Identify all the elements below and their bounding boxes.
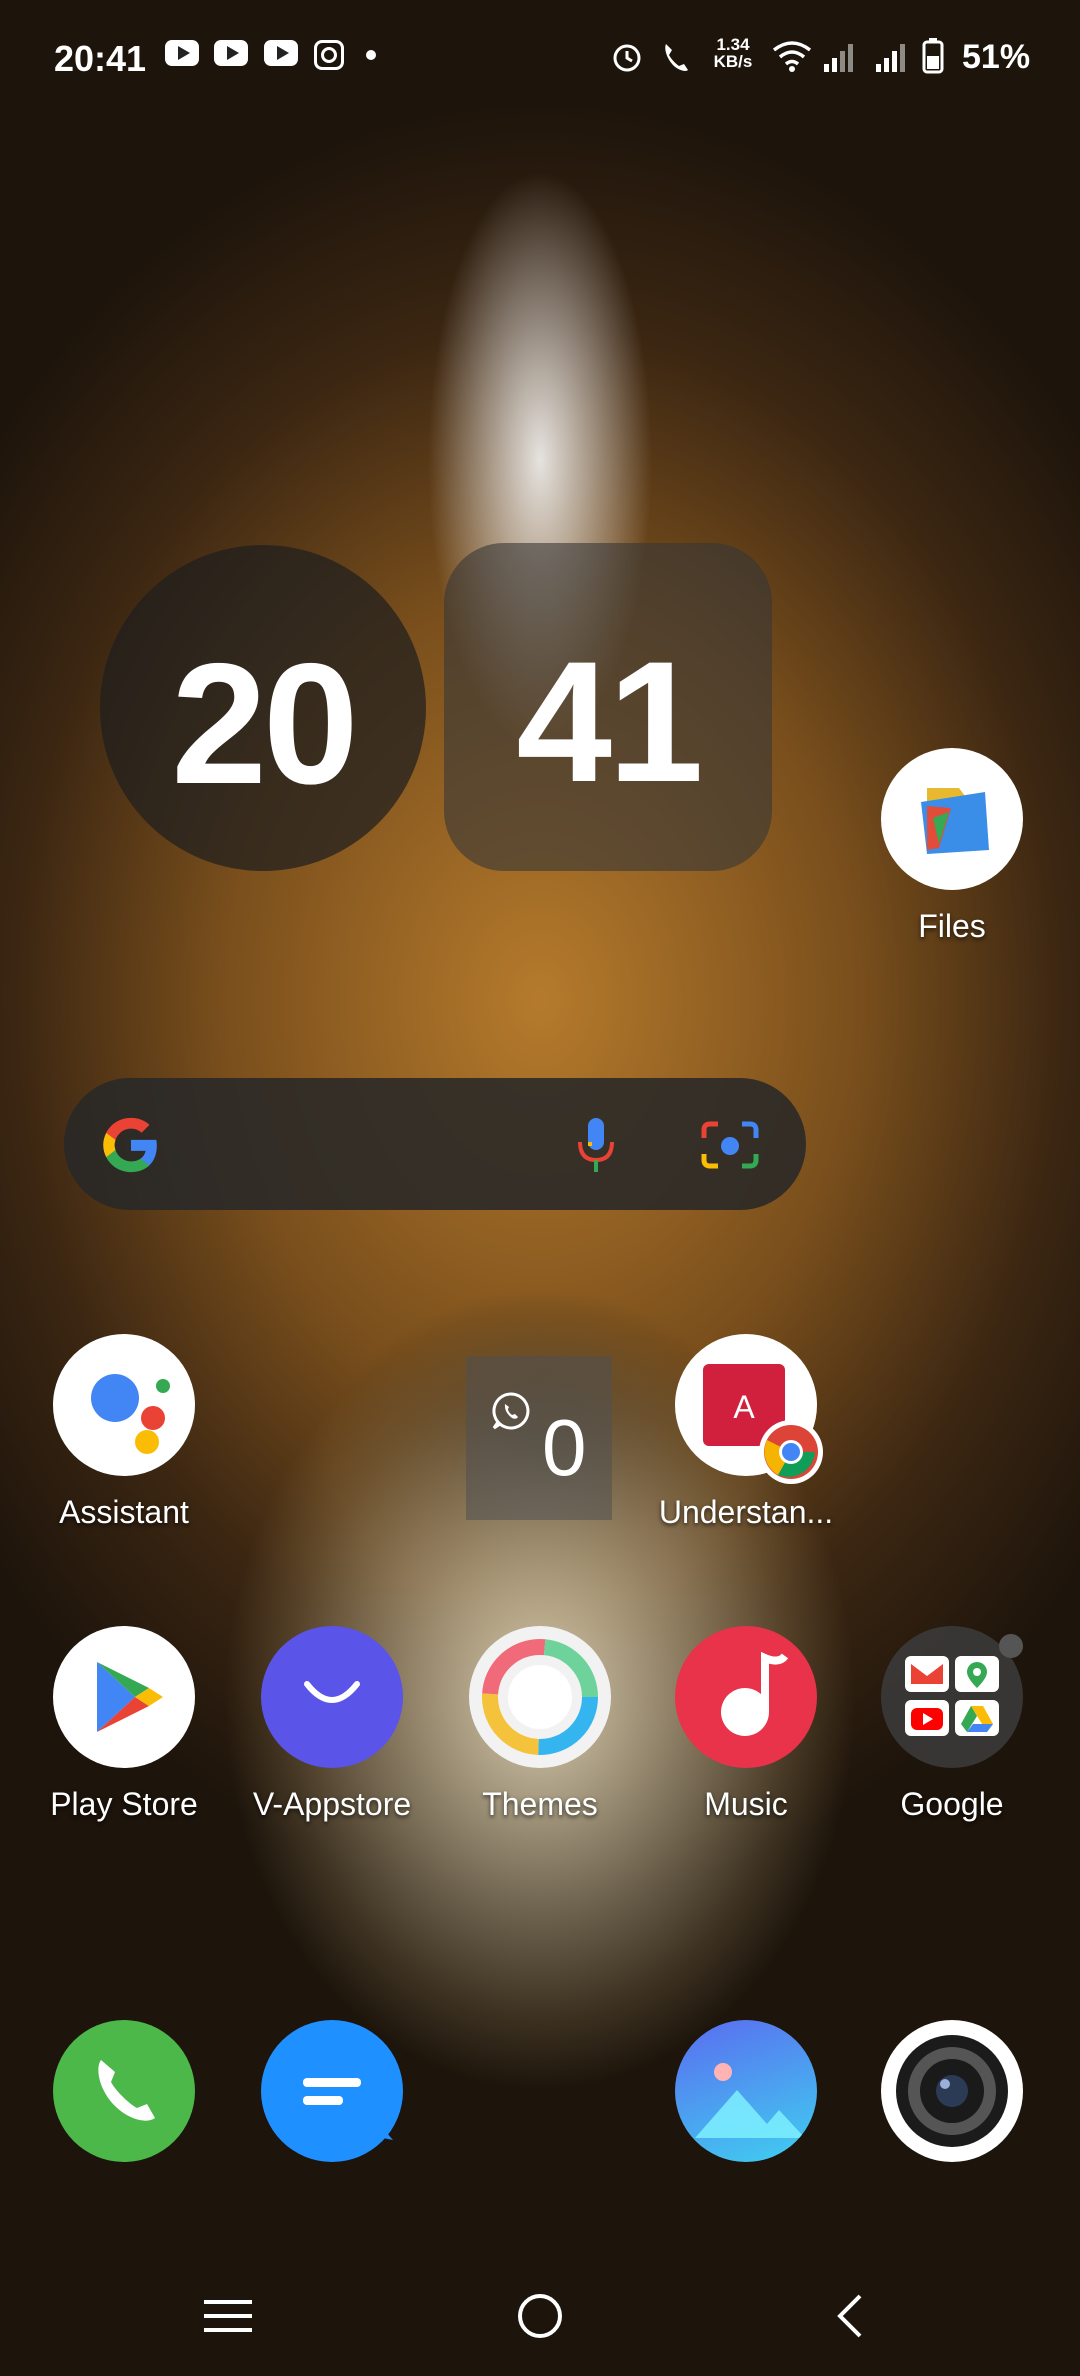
messages-icon [261, 2020, 403, 2162]
wifi-icon [772, 41, 812, 72]
battery-icon [922, 38, 944, 74]
signal-sim1-icon [824, 44, 853, 72]
whatsapp-widget[interactable]: 0 [466, 1356, 612, 1520]
camera-icon [881, 2020, 1023, 2162]
voice-search-icon[interactable] [574, 1114, 618, 1176]
recents-button[interactable] [202, 2296, 254, 2336]
more-notifications-dot [366, 50, 376, 60]
google-search-bar[interactable] [64, 1078, 806, 1210]
app-understand[interactable]: A Understan... [656, 1334, 836, 1531]
gallery-icon [675, 2020, 817, 2162]
app-assistant[interactable]: Assistant [34, 1334, 214, 1531]
youtube-icon [214, 40, 248, 66]
clock-minute-text: 41 [516, 626, 703, 818]
signal-sim2-icon [876, 44, 905, 72]
app-play-store[interactable]: Play Store [34, 1626, 214, 1823]
youtube-icon [264, 40, 298, 66]
files-label: Files [918, 908, 986, 944]
status-time: 20:41 [54, 38, 147, 79]
app-files[interactable]: Files [862, 748, 1042, 945]
dock-phone[interactable] [34, 2020, 214, 2162]
play-store-icon [53, 1626, 195, 1768]
whatsapp-unread-count: 0 [542, 1403, 587, 1492]
svg-text:A: A [733, 1389, 755, 1425]
files-icon [881, 748, 1023, 890]
phone-icon [53, 2020, 195, 2162]
volte-call-icon [665, 44, 688, 71]
vappstore-label: V-Appstore [252, 1786, 412, 1822]
dock-gallery[interactable] [656, 2020, 836, 2162]
understand-label: Understan... [658, 1494, 834, 1530]
google-assistant-icon [53, 1334, 195, 1476]
alarm-icon [613, 44, 641, 72]
google-lens-icon[interactable] [700, 1118, 760, 1172]
vappstore-icon [261, 1626, 403, 1768]
battery-percent: 51% [962, 38, 1031, 76]
assistant-label: Assistant [59, 1494, 189, 1530]
themes-label: Themes [482, 1786, 598, 1822]
google-folder-icon [881, 1626, 1023, 1768]
app-music[interactable]: Music [656, 1626, 836, 1823]
dock-camera[interactable] [862, 2020, 1042, 2162]
music-label: Music [704, 1786, 788, 1822]
google-folder-label: Google [900, 1786, 1004, 1822]
play-store-label: Play Store [50, 1786, 198, 1822]
whatsapp-icon [492, 1392, 530, 1430]
back-button[interactable] [832, 2292, 868, 2340]
dock-messages[interactable] [242, 2020, 422, 2162]
clock-widget-minute[interactable]: 41 [444, 543, 772, 871]
net-speed: 1.34 KB/s [708, 36, 758, 70]
instagram-icon [314, 40, 344, 70]
app-vappstore[interactable]: V-Appstore [242, 1626, 422, 1823]
themes-icon [469, 1626, 611, 1768]
folder-google[interactable]: Google [862, 1626, 1042, 1823]
navigation-bar [0, 2258, 1080, 2376]
status-bar: 20:41 1.34 KB/s 51% [0, 0, 1080, 118]
clock-hour-text: 20 [171, 628, 358, 820]
net-speed-value: 1.34 [716, 35, 750, 54]
google-g-icon [103, 1117, 157, 1173]
youtube-icon [165, 40, 199, 66]
music-icon [675, 1626, 817, 1768]
clock-widget-hour[interactable]: 20 [100, 545, 426, 871]
understand-app-icon: A [675, 1334, 823, 1484]
home-button[interactable] [516, 2292, 564, 2340]
net-speed-unit: KB/s [713, 52, 753, 71]
app-themes[interactable]: Themes [450, 1626, 630, 1823]
